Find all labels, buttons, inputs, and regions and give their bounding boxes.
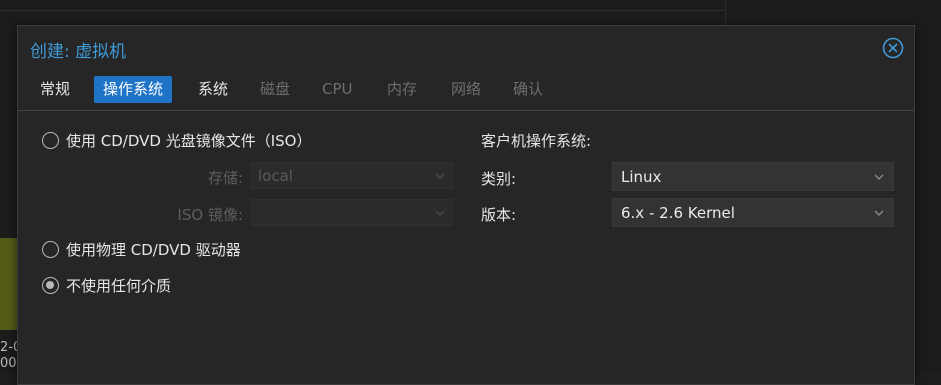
- background-divider-vertical: [725, 0, 726, 26]
- radio-label: 使用物理 CD/DVD 驱动器: [66, 240, 241, 259]
- iso-image-label: ISO 镜像:: [177, 206, 243, 224]
- close-circle-icon: [882, 37, 904, 59]
- iso-image-select[interactable]: [251, 199, 453, 226]
- chevron-down-icon: [874, 210, 884, 216]
- tab-memory[interactable]: 内存: [378, 76, 426, 103]
- storage-select[interactable]: local: [251, 162, 453, 189]
- tab-general[interactable]: 常规: [31, 76, 79, 103]
- os-type-value: Linux: [621, 168, 662, 186]
- storage-label: 存储:: [207, 169, 243, 187]
- wizard-tabbar: 常规 操作系统 系统 磁盘 CPU 内存 网络 确认: [18, 76, 914, 111]
- radio-physical-drive[interactable]: 使用物理 CD/DVD 驱动器: [42, 238, 241, 260]
- radio-button[interactable]: [42, 276, 59, 294]
- radio-button[interactable]: [42, 131, 59, 149]
- create-vm-dialog: 创建: 虚拟机 常规 操作系统 系统 磁盘 CPU 内存 网络 确认 使用 CD…: [17, 25, 915, 385]
- background-divider: [0, 10, 726, 11]
- radio-no-media[interactable]: 不使用任何介质: [42, 274, 171, 296]
- os-version-label: 版本:: [481, 206, 517, 224]
- close-button[interactable]: [882, 37, 904, 59]
- tab-confirm[interactable]: 确认: [504, 76, 552, 103]
- chevron-down-icon: [874, 174, 884, 180]
- radio-button[interactable]: [42, 240, 59, 258]
- os-type-select[interactable]: Linux: [612, 162, 894, 191]
- radio-label: 不使用任何介质: [66, 276, 172, 295]
- background-chart-area: [0, 238, 18, 330]
- tab-network[interactable]: 网络: [442, 76, 490, 103]
- chevron-down-icon: [435, 173, 445, 179]
- tab-system[interactable]: 系统: [189, 76, 237, 103]
- radio-use-iso[interactable]: 使用 CD/DVD 光盘镜像文件（ISO）: [42, 129, 311, 151]
- tab-disk[interactable]: 磁盘: [251, 76, 299, 103]
- background-chart-label: 2-0 00: [0, 340, 18, 371]
- guest-os-heading: 客户机操作系统:: [481, 132, 592, 150]
- tab-os[interactable]: 操作系统: [94, 76, 173, 103]
- os-type-label: 类别:: [481, 170, 517, 188]
- storage-value: local: [258, 167, 293, 185]
- dialog-header: 创建: 虚拟机: [18, 26, 914, 70]
- os-version-value: 6.x - 2.6 Kernel: [621, 204, 735, 222]
- os-version-select[interactable]: 6.x - 2.6 Kernel: [612, 198, 894, 227]
- dialog-title: 创建: 虚拟机: [30, 42, 127, 62]
- radio-label: 使用 CD/DVD 光盘镜像文件（ISO）: [66, 131, 312, 150]
- chevron-down-icon: [435, 210, 445, 216]
- tab-cpu[interactable]: CPU: [313, 76, 362, 103]
